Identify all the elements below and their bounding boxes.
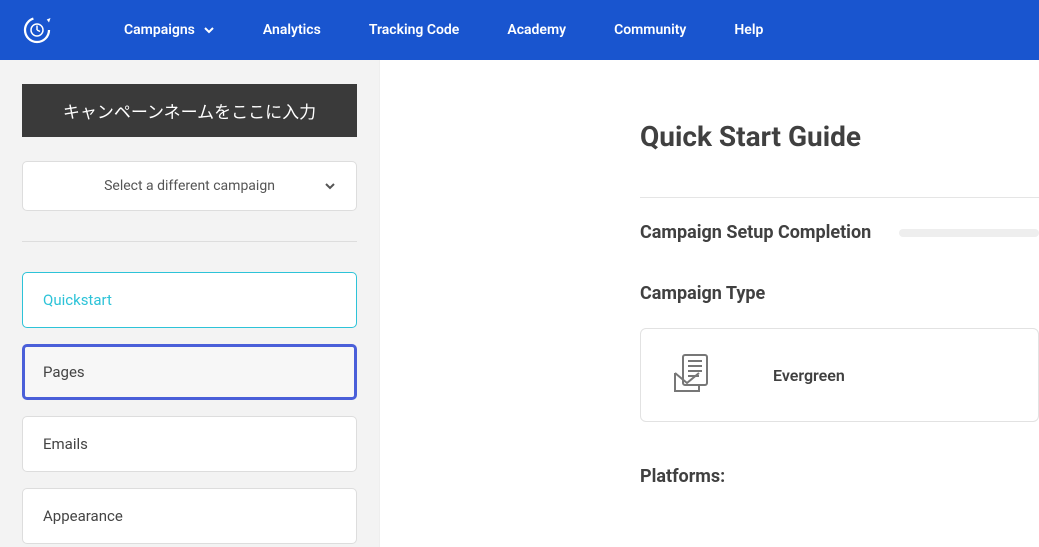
nav-item-label: Community (614, 22, 686, 38)
chevron-down-icon (203, 24, 215, 36)
nav-item-label: Academy (507, 22, 566, 38)
sidebar-item-appearance[interactable]: Appearance (22, 488, 357, 544)
top-navigation: Campaigns Analytics Tracking Code Academ… (0, 0, 1039, 60)
platforms-heading: Platforms: (640, 466, 1039, 487)
nav-items: Campaigns Analytics Tracking Code Academ… (100, 22, 787, 38)
sidebar-item-label: Pages (43, 363, 85, 381)
campaign-select-label: Select a different campaign (104, 178, 275, 194)
campaign-select-dropdown[interactable]: Select a different campaign (22, 161, 357, 211)
nav-item-community[interactable]: Community (590, 22, 710, 38)
main-content: Quick Start Guide Campaign Setup Complet… (380, 60, 1039, 547)
sidebar-item-emails[interactable]: Emails (22, 416, 357, 472)
nav-item-tracking-code[interactable]: Tracking Code (345, 22, 484, 38)
campaign-setup-completion: Campaign Setup Completion (640, 222, 1039, 243)
sidebar-item-quickstart[interactable]: Quickstart (22, 272, 357, 328)
horizontal-rule (640, 197, 1039, 198)
page-title: Quick Start Guide (640, 120, 1039, 153)
chevron-down-icon (324, 177, 336, 196)
sidebar-item-label: Emails (43, 435, 88, 453)
campaign-name-header[interactable]: キャンペーンネームをここに入力 (22, 84, 357, 137)
sidebar-divider (22, 241, 357, 242)
nav-item-label: Analytics (263, 22, 321, 38)
sidebar-menu: Quickstart Pages Emails Appearance (22, 272, 357, 544)
nav-item-analytics[interactable]: Analytics (239, 22, 345, 38)
sidebar-item-pages[interactable]: Pages (22, 344, 357, 400)
nav-item-label: Campaigns (124, 22, 195, 38)
nav-item-help[interactable]: Help (710, 22, 787, 38)
campaign-type-heading: Campaign Type (640, 283, 1039, 304)
nav-item-academy[interactable]: Academy (483, 22, 590, 38)
campaign-type-card[interactable]: Evergreen (640, 328, 1039, 422)
completion-progress-bar (899, 229, 1039, 237)
evergreen-icon (669, 351, 717, 399)
sidebar-item-label: Appearance (43, 507, 123, 525)
brand-logo[interactable] (12, 15, 100, 45)
campaign-type-value: Evergreen (773, 366, 845, 385)
sidebar-item-label: Quickstart (43, 291, 112, 309)
sidebar: キャンペーンネームをここに入力 Select a different campa… (0, 60, 380, 547)
nav-item-label: Tracking Code (369, 22, 460, 38)
completion-label: Campaign Setup Completion (640, 222, 871, 243)
nav-item-campaigns[interactable]: Campaigns (100, 22, 239, 38)
deadline-funnel-logo-icon (22, 15, 52, 45)
nav-item-label: Help (734, 22, 763, 38)
